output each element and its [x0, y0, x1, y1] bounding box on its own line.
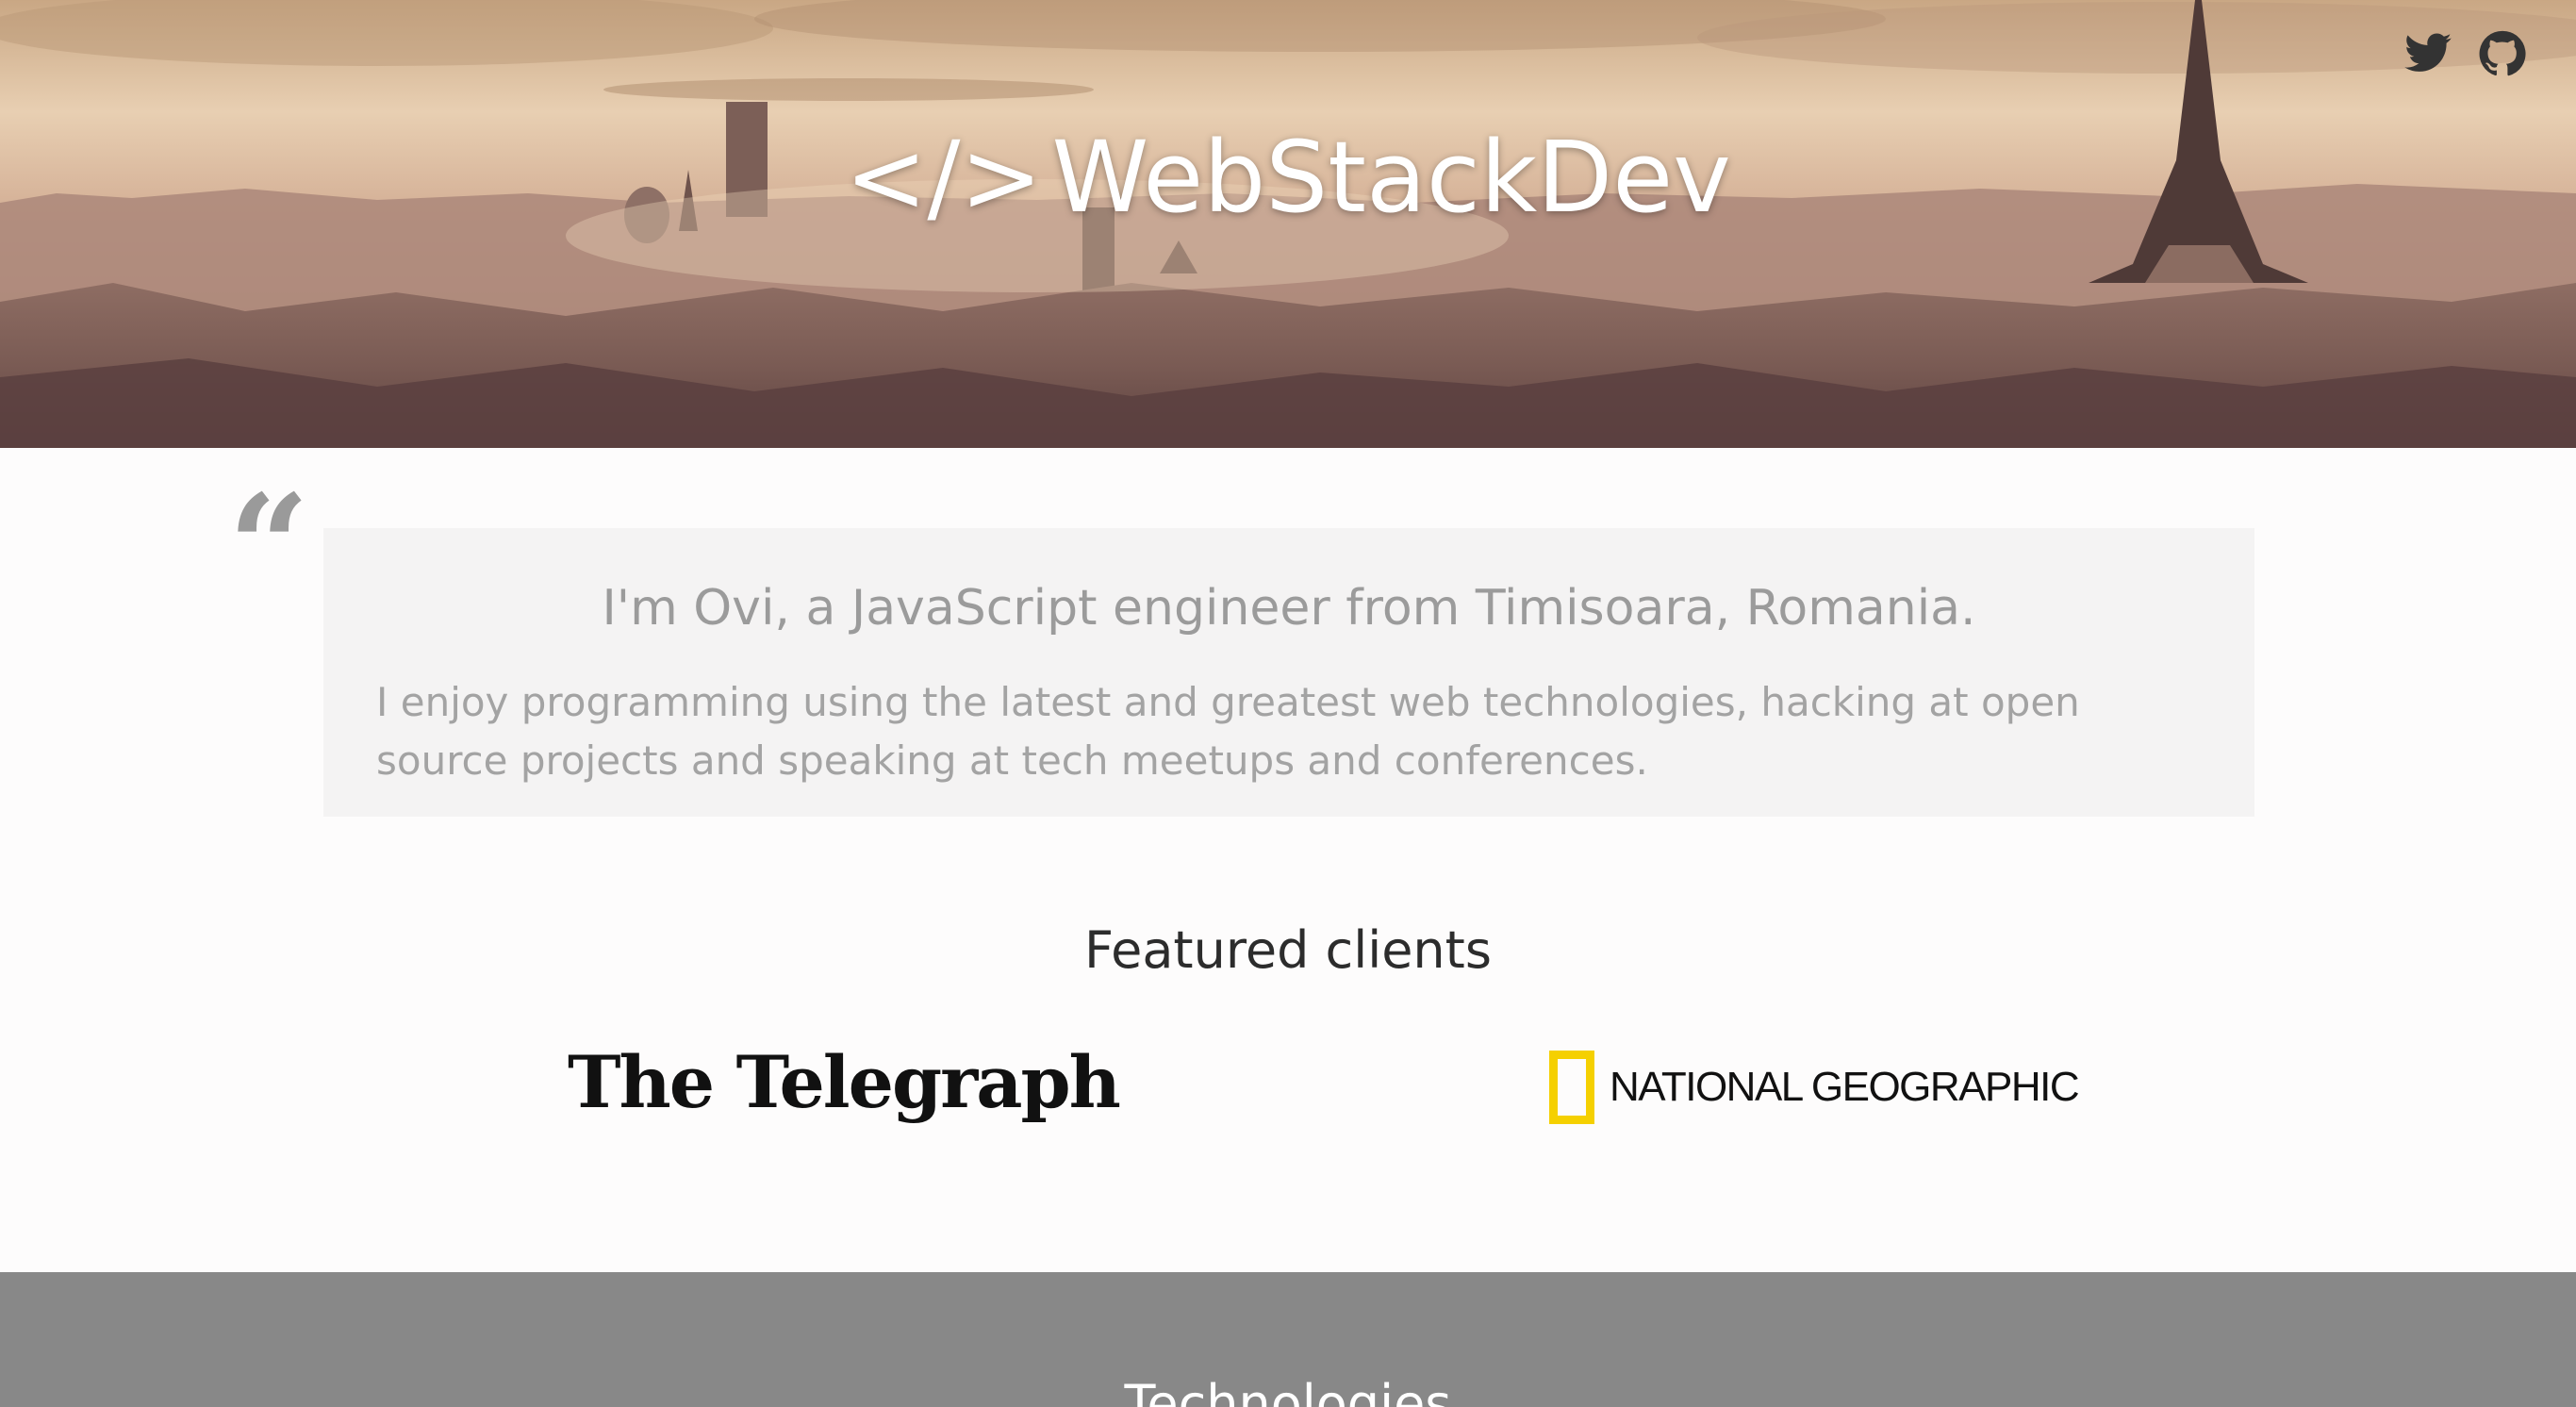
- intro-quote-box: I'm Ovi, a JavaScript engineer from Timi…: [323, 528, 2254, 817]
- site-title[interactable]: </>WebStackDev: [0, 111, 2576, 243]
- featured-clients-title: Featured clients: [1084, 920, 1492, 980]
- yellow-frame-icon: [1549, 1051, 1594, 1124]
- twitter-link[interactable]: [2403, 28, 2453, 79]
- quote-mark-icon: “: [228, 464, 310, 630]
- technologies-section: Technologies: [0, 1272, 2576, 1407]
- github-icon: [2479, 30, 2526, 76]
- site-name: WebStackDev: [1051, 120, 1731, 235]
- intro-headline: I'm Ovi, a JavaScript engineer from Timi…: [602, 580, 1976, 637]
- hero-banner: </>WebStackDev: [0, 0, 2576, 448]
- code-brackets-icon: </>: [845, 120, 1043, 235]
- github-link[interactable]: [2477, 28, 2528, 79]
- intro-body: I enjoy programming using the latest and…: [376, 679, 2080, 784]
- national-geographic-wordmark: NATIONAL GEOGRAPHIC: [1610, 1064, 2080, 1110]
- technologies-title: Technologies: [1124, 1374, 1452, 1407]
- telegraph-logo: The Telegraph: [568, 1040, 1121, 1124]
- twitter-icon: [2404, 33, 2452, 72]
- national-geographic-logo: NATIONAL GEOGRAPHIC: [1549, 1044, 2080, 1131]
